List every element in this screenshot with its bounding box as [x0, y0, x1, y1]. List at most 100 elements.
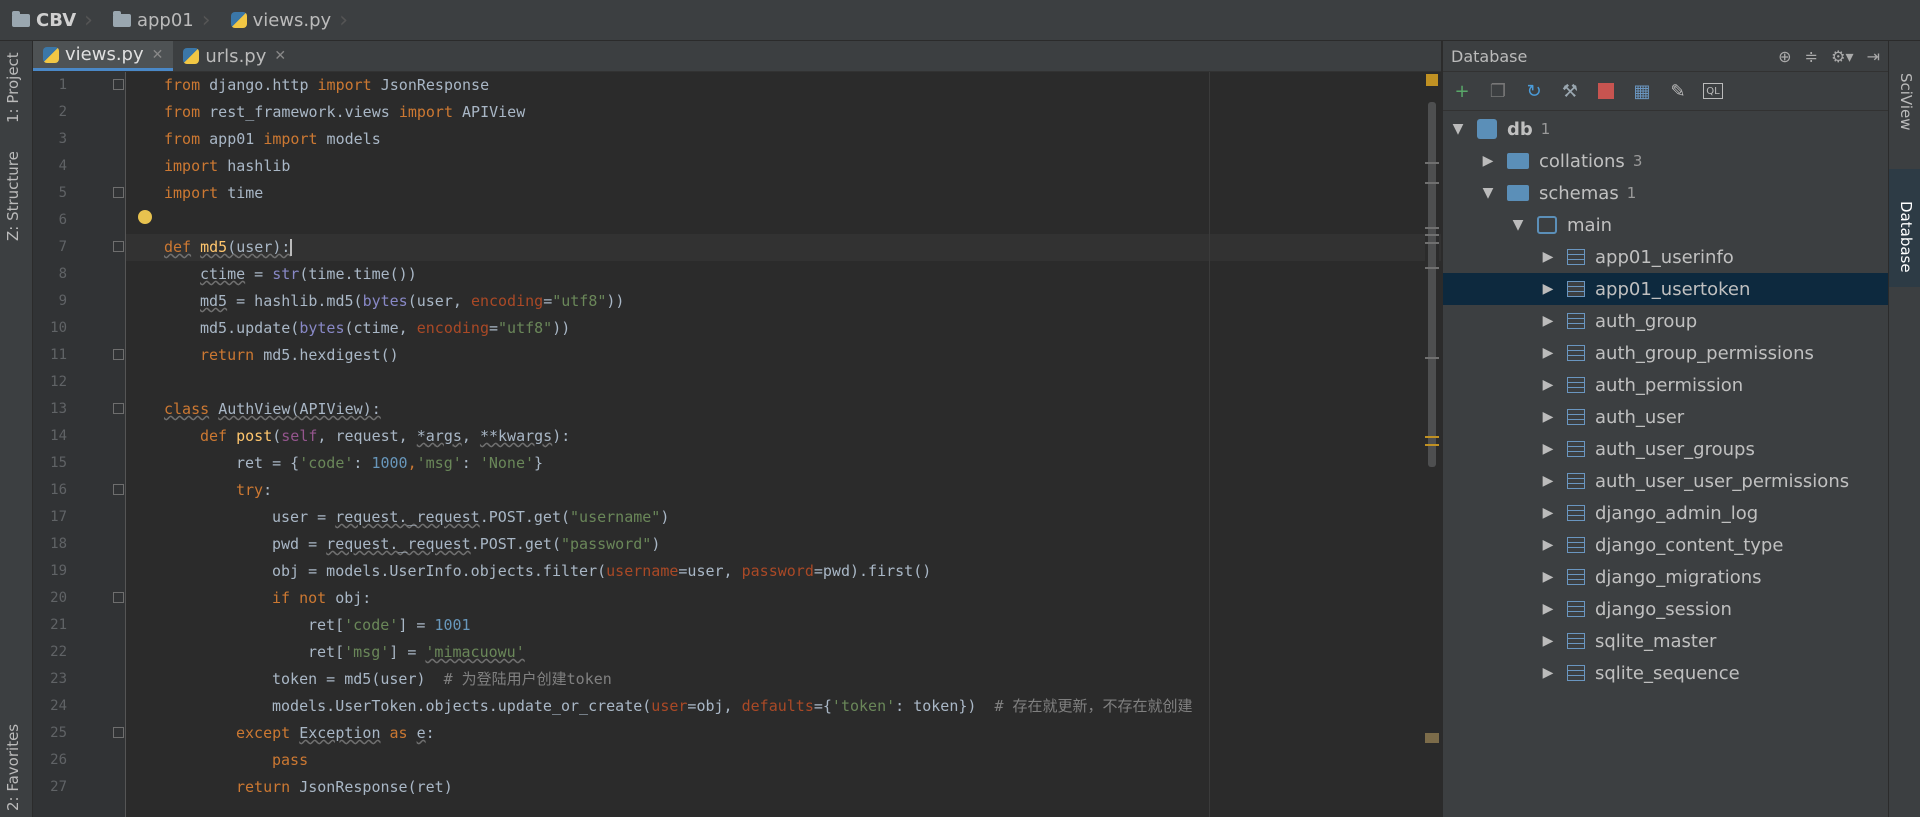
- tree-node-table[interactable]: ▶ auth_user_user_permissions: [1443, 465, 1888, 497]
- code-line-13: class AuthView(APIView):: [164, 400, 381, 418]
- expand-arrow-icon[interactable]: ▶: [1541, 601, 1555, 617]
- tree-node-table[interactable]: ▶ django_admin_log: [1443, 497, 1888, 529]
- schema-icon: [1537, 216, 1557, 234]
- fold-marker-icon[interactable]: [113, 349, 124, 360]
- table-name: auth_group: [1595, 310, 1698, 332]
- folder-icon: [12, 10, 30, 27]
- expand-arrow-icon[interactable]: ▶: [1541, 409, 1555, 425]
- line-number: 24: [50, 698, 67, 714]
- expand-arrow-icon[interactable]: ▶: [1541, 473, 1555, 489]
- tab-views-py[interactable]: views.py ✕: [33, 41, 174, 71]
- tool-tab-sciview[interactable]: SciView: [1897, 73, 1915, 131]
- warning-indicator-icon[interactable]: [1426, 74, 1438, 86]
- line-number: 26: [50, 752, 67, 768]
- expand-arrow-icon[interactable]: ▶: [1541, 249, 1555, 265]
- fold-marker-icon[interactable]: [113, 403, 124, 414]
- code-editor[interactable]: 1 2 3 4 5 6 7 8 9 10 11 12 13 14 15 16 17 18 19 20 21 22 23 24 2…: [33, 72, 1441, 817]
- tree-node-schemas[interactable]: ▼ schemas 1: [1443, 177, 1920, 209]
- scrollbar-thumb[interactable]: [1428, 102, 1436, 467]
- tree-node-table[interactable]: ▶ django_content_type: [1443, 529, 1888, 561]
- breadcrumb-folder[interactable]: app01 ›: [101, 0, 219, 40]
- expand-arrow-icon[interactable]: ▶: [1541, 377, 1555, 393]
- expand-arrow-icon[interactable]: ▶: [1541, 665, 1555, 681]
- expand-arrow-icon[interactable]: ▼: [1511, 217, 1525, 233]
- collapse-icon[interactable]: ≑: [1805, 47, 1818, 66]
- breadcrumb-separator: ›: [339, 7, 349, 33]
- expand-arrow-icon[interactable]: ▶: [1541, 633, 1555, 649]
- line-number: 11: [50, 347, 67, 363]
- expand-arrow-icon[interactable]: ▶: [1541, 569, 1555, 585]
- table-icon[interactable]: ▦: [1631, 80, 1653, 102]
- tree-node-db[interactable]: ▼ db 1: [1443, 113, 1896, 145]
- fold-marker-icon[interactable]: [113, 187, 124, 198]
- tool-tab-project[interactable]: 1: Project: [4, 52, 22, 123]
- console-icon[interactable]: QL: [1703, 83, 1723, 99]
- table-icon: [1567, 409, 1585, 425]
- tree-node-table[interactable]: ▶ app01_userinfo: [1443, 241, 1888, 273]
- expand-arrow-icon[interactable]: ▼: [1481, 185, 1495, 201]
- fold-marker-icon[interactable]: [113, 592, 124, 603]
- tree-node-table[interactable]: ▶ auth_group_permissions: [1443, 337, 1888, 369]
- python-file-icon: [183, 48, 200, 64]
- tree-node-table[interactable]: ▶ app01_usertoken: [1443, 273, 1888, 305]
- table-name: auth_user_groups: [1595, 438, 1755, 460]
- tree-node-table[interactable]: ▶ django_migrations: [1443, 561, 1888, 593]
- tree-node-main[interactable]: ▼ main: [1443, 209, 1920, 241]
- fold-marker-icon[interactable]: [113, 79, 124, 90]
- hide-panel-icon[interactable]: ⇥: [1867, 47, 1880, 66]
- properties-icon[interactable]: ⚒: [1559, 80, 1581, 102]
- copy-icon[interactable]: ❐: [1487, 80, 1509, 102]
- code-line-26: pass: [272, 751, 309, 769]
- editor-scrollbar[interactable]: [1425, 72, 1439, 817]
- scroll-mark: [1425, 227, 1439, 229]
- tree-node-table[interactable]: ▶ auth_user_groups: [1443, 433, 1888, 465]
- fold-marker-icon[interactable]: [113, 727, 124, 738]
- code-line-20: if not obj:: [272, 589, 372, 607]
- close-icon[interactable]: ✕: [152, 47, 164, 63]
- gear-icon[interactable]: ⚙▾: [1831, 47, 1853, 66]
- tree-node-table[interactable]: ▶ auth_group: [1443, 305, 1888, 337]
- target-icon[interactable]: ⊕: [1778, 47, 1791, 66]
- line-number: 25: [50, 725, 67, 741]
- tree-node-table[interactable]: ▶ auth_user: [1443, 401, 1888, 433]
- code-line-5: import time: [164, 184, 264, 202]
- folder-icon: [112, 10, 131, 27]
- tree-node-table[interactable]: ▶ sqlite_sequence: [1443, 657, 1888, 689]
- expand-arrow-icon[interactable]: ▶: [1541, 537, 1555, 553]
- expand-arrow-icon[interactable]: ▶: [1541, 441, 1555, 457]
- expand-arrow-icon[interactable]: ▶: [1541, 313, 1555, 329]
- expand-arrow-icon[interactable]: ▶: [1481, 153, 1495, 169]
- tool-tab-structure[interactable]: Z: Structure: [4, 151, 22, 241]
- tree-node-table[interactable]: ▶ sqlite_master: [1443, 625, 1888, 657]
- code-line-2: from rest_framework.views import APIView: [164, 103, 526, 121]
- tree-node-collations[interactable]: ▶ collations 3: [1443, 145, 1920, 177]
- fold-marker-icon[interactable]: [113, 241, 124, 252]
- expand-arrow-icon[interactable]: ▶: [1541, 505, 1555, 521]
- table-name: django_admin_log: [1595, 502, 1759, 524]
- tree-node-table[interactable]: ▶ django_session: [1443, 593, 1888, 625]
- edit-icon[interactable]: ✎: [1667, 80, 1689, 102]
- expand-arrow-icon[interactable]: ▶: [1541, 345, 1555, 361]
- fold-marker-icon[interactable]: [113, 484, 124, 495]
- breadcrumb-file[interactable]: views.py ›: [219, 0, 356, 40]
- line-number: 5: [58, 185, 67, 201]
- expand-arrow-icon[interactable]: ▶: [1541, 281, 1555, 297]
- code-line-17: user = request._request.POST.get("userna…: [272, 508, 670, 526]
- code-area[interactable]: from django.http import JsonResponse fro…: [130, 72, 1441, 817]
- tool-tab-database[interactable]: Database: [1897, 201, 1915, 273]
- tree-node-table[interactable]: ▶ auth_permission: [1443, 369, 1888, 401]
- add-icon[interactable]: +: [1451, 80, 1473, 102]
- stop-icon[interactable]: [1595, 80, 1617, 102]
- tab-urls-py[interactable]: urls.py ✕: [173, 41, 296, 71]
- table-name: django_migrations: [1595, 566, 1762, 588]
- close-icon[interactable]: ✕: [274, 48, 286, 64]
- code-line-22: ret['msg'] = 'mimacuowu': [308, 643, 525, 661]
- code-line-10: md5.update(bytes(ctime, encoding="utf8")…: [200, 319, 571, 337]
- expand-arrow-icon[interactable]: ▼: [1451, 121, 1465, 137]
- line-number: 10: [50, 320, 67, 336]
- breadcrumb-project[interactable]: CBV ›: [0, 0, 101, 40]
- code-line-1: from django.http import JsonResponse: [164, 76, 490, 94]
- refresh-icon[interactable]: ↻: [1523, 80, 1545, 102]
- tool-tab-favorites[interactable]: 2: Favorites: [4, 724, 22, 811]
- code-line-9: md5 = hashlib.md5(bytes(user, encoding="…: [200, 292, 625, 310]
